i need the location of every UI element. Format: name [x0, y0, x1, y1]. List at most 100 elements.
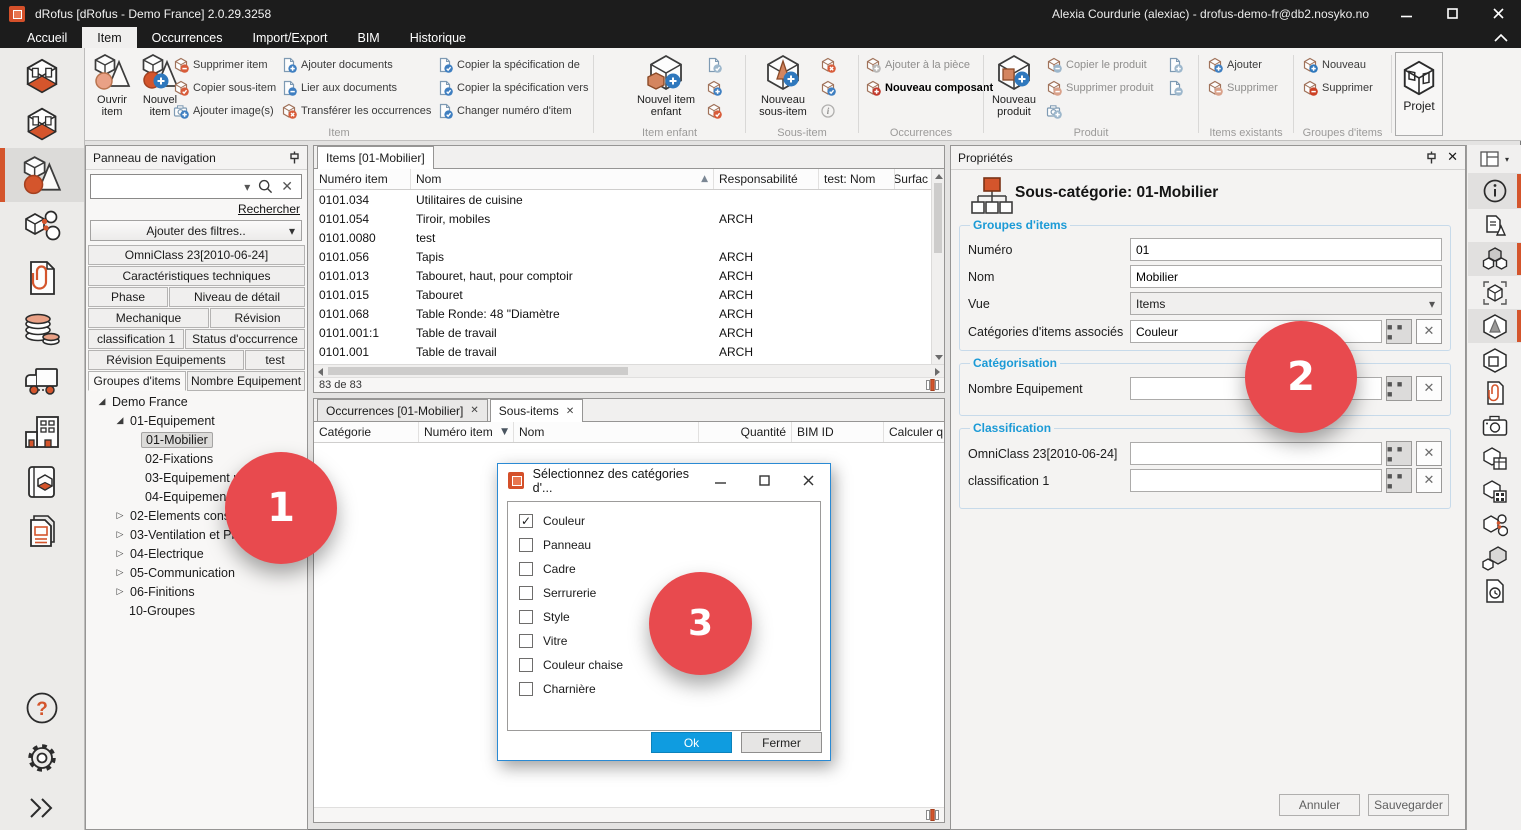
tab-close-icon[interactable]: ✕: [566, 406, 574, 417]
checkbox-unchecked[interactable]: [519, 586, 533, 600]
add-filters-dropdown[interactable]: Ajouter des filtres.. ▾: [90, 220, 302, 241]
item-enfant-tool-2[interactable]: [706, 78, 722, 97]
tree-expanded-icon[interactable]: ◢: [115, 416, 125, 426]
categories-associes-field[interactable]: [1130, 320, 1382, 343]
checkbox-unchecked[interactable]: [519, 610, 533, 624]
pin-icon[interactable]: [289, 151, 300, 164]
rail-catalog-module[interactable]: [0, 458, 84, 506]
groupes-items-supprimer-button[interactable]: Supprimer: [1302, 78, 1373, 97]
numero-field[interactable]: [1130, 238, 1442, 261]
item-row[interactable]: 0101.068Table Ronde: 48 "DiamètreARCH: [314, 304, 931, 323]
tab-import-export[interactable]: Import/Export: [237, 27, 342, 48]
dialog-titlebar[interactable]: Sélectionnez des catégories d'...: [498, 464, 830, 497]
omniclass-browse-button[interactable]: ■ ■ ■: [1386, 441, 1412, 466]
col-nom[interactable]: Nom: [514, 422, 699, 442]
tree-node-05-communication[interactable]: ▷05-Communication: [89, 563, 304, 582]
tool-images[interactable]: [1468, 409, 1521, 442]
categories-browse-button[interactable]: ■ ■ ■: [1386, 319, 1412, 344]
tree-collapsed-icon[interactable]: ▷: [115, 511, 125, 521]
item-row[interactable]: 0101.001Table de travailARCH: [314, 342, 931, 361]
tree-collapsed-icon[interactable]: ▷: [115, 530, 125, 540]
nouveau-sous-item-button[interactable]: Nouveau sous-item: [752, 51, 814, 118]
category-option[interactable]: Charnière: [508, 677, 820, 701]
category-option[interactable]: Cadre: [508, 557, 820, 581]
ok-button[interactable]: Ok: [651, 732, 732, 753]
tab-accueil[interactable]: Accueil: [12, 27, 82, 48]
ajouter-documents-button[interactable]: Ajouter documents: [281, 55, 393, 74]
collapse-ribbon-icon[interactable]: [1481, 27, 1521, 48]
item-row[interactable]: 0101.034Utilitaires de cuisine: [314, 190, 931, 209]
rail-logistics-module[interactable]: [0, 358, 84, 406]
checkbox-checked[interactable]: ✓: [519, 514, 533, 528]
tool-related-items[interactable]: [1468, 541, 1521, 574]
vue-select[interactable]: Items ▾: [1130, 292, 1442, 315]
filter-omniclass[interactable]: OmniClass 23[2010-06-24]: [88, 245, 305, 265]
filter-revision-equipements[interactable]: Révision Equipements: [88, 350, 244, 370]
omniclass-field[interactable]: [1130, 442, 1382, 465]
classification1-clear-button[interactable]: ✕: [1416, 468, 1442, 493]
items-horizontal-scrollbar[interactable]: [314, 364, 944, 377]
column-chooser-icon[interactable]: [926, 379, 939, 391]
item-row[interactable]: 0101.056TapisARCH: [314, 247, 931, 266]
rail-project-icon-1[interactable]: [0, 54, 84, 98]
lier-documents-button[interactable]: Lier aux documents: [281, 78, 397, 97]
checkbox-unchecked[interactable]: [519, 538, 533, 552]
item-enfant-tool-1[interactable]: [706, 55, 722, 74]
annuler-button[interactable]: Annuler: [1279, 794, 1360, 816]
col-nom[interactable]: Nom▲: [411, 169, 714, 189]
rail-project-icon-2[interactable]: [0, 102, 84, 146]
maximize-button[interactable]: [1429, 0, 1475, 27]
item-row[interactable]: 0101.001:1Table de travailARCH: [314, 323, 931, 342]
filter-nombre-equipement[interactable]: Nombre Equipement: [187, 371, 305, 391]
tool-sub-items[interactable]: [1468, 242, 1521, 276]
projet-button[interactable]: Projet: [1395, 52, 1443, 136]
rail-documents-module[interactable]: [0, 254, 84, 302]
copier-spec-de-button[interactable]: Copier la spécification de: [437, 55, 580, 74]
column-chooser-icon[interactable]: [926, 809, 939, 821]
tool-specification[interactable]: [1468, 209, 1521, 242]
dialog-maximize-button[interactable]: [742, 464, 786, 497]
tool-occurrences[interactable]: [1468, 508, 1521, 541]
scrollbar-thumb[interactable]: [328, 367, 628, 375]
col-calculer[interactable]: Calculer q: [884, 422, 946, 442]
ouvrir-item-button[interactable]: Ouvrir item: [89, 51, 135, 118]
tab-occurrences[interactable]: Occurrences: [137, 27, 238, 48]
tree-node-10-groupes[interactable]: 10-Groupes: [89, 601, 304, 620]
ajouter-a-la-piece-button[interactable]: Ajouter à la pièce: [865, 55, 970, 74]
sous-item-info-icon[interactable]: i: [820, 101, 836, 120]
search-clear-icon[interactable]: ✕: [277, 178, 297, 195]
filter-mechanique[interactable]: Mechanique: [88, 308, 209, 328]
changer-numero-button[interactable]: Changer numéro d'item: [437, 101, 572, 120]
col-numero-item[interactable]: Numéro item: [314, 169, 411, 189]
nouveau-composant-button[interactable]: Nouveau composant: [865, 78, 993, 97]
item-enfant-tool-3[interactable]: [706, 101, 722, 120]
filter-test[interactable]: test: [245, 350, 305, 370]
items-vertical-scrollbar[interactable]: [931, 169, 944, 365]
tree-expanded-icon[interactable]: ◢: [97, 397, 107, 407]
minimize-button[interactable]: [1383, 0, 1429, 27]
copier-produit-button[interactable]: Copier le produit: [1046, 55, 1147, 74]
transferer-occurrences-button[interactable]: Transférer les occurrences: [281, 101, 431, 120]
groupes-items-nouveau-button[interactable]: Nouveau: [1302, 55, 1366, 74]
items-tab[interactable]: Items [01-Mobilier]: [317, 146, 434, 169]
tool-attachments[interactable]: [1468, 376, 1521, 409]
col-somme-surface[interactable]: Somme - Surfac: [895, 169, 933, 189]
nom-field[interactable]: [1130, 265, 1442, 288]
filter-niveau-detail[interactable]: Niveau de détail: [169, 287, 305, 307]
filter-status-occurrence[interactable]: Status d'occurrence: [185, 329, 305, 349]
tab-item[interactable]: Item: [82, 27, 136, 48]
sous-items-tab[interactable]: Sous-items✕: [490, 399, 583, 422]
rail-settings-button[interactable]: [0, 736, 84, 780]
items-existants-supprimer-button[interactable]: Supprimer: [1207, 78, 1278, 97]
checkbox-unchecked[interactable]: [519, 658, 533, 672]
tool-3d-view[interactable]: [1468, 309, 1521, 343]
item-row[interactable]: 0101.015TabouretARCH: [314, 285, 931, 304]
category-option[interactable]: ✓Couleur: [508, 509, 820, 533]
occurrences-tab[interactable]: Occurrences [01-Mobilier]✕: [317, 399, 488, 421]
col-test-nom[interactable]: test: Nom: [819, 169, 895, 189]
tree-node-01-equipement[interactable]: ◢01-Equipement: [89, 411, 304, 430]
classification1-field[interactable]: [1130, 469, 1382, 492]
rail-expand-button[interactable]: [0, 788, 84, 828]
item-row[interactable]: 0101.0080test: [314, 228, 931, 247]
copier-spec-vers-button[interactable]: Copier la spécification vers: [437, 78, 588, 97]
